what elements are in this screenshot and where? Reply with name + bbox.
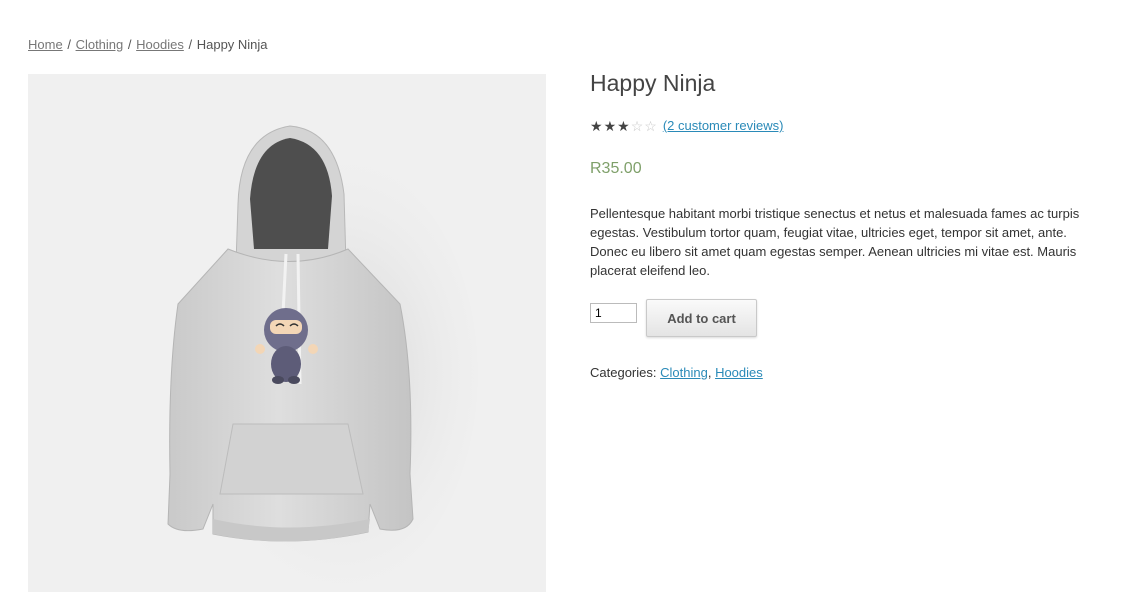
star-full-icon: ★ xyxy=(590,117,603,134)
breadcrumb-home[interactable]: Home xyxy=(28,37,63,52)
breadcrumb-separator: / xyxy=(127,37,132,52)
categories-label: Categories: xyxy=(590,365,657,380)
add-to-cart-button[interactable]: Add to cart xyxy=(646,299,757,337)
hoodie-image xyxy=(167,125,478,592)
category-link-hoodies[interactable]: Hoodies xyxy=(715,365,763,380)
reviews-link[interactable]: (2 customer reviews) xyxy=(663,118,784,133)
product-image[interactable] xyxy=(28,74,546,592)
product-summary: Happy Ninja ★ ★ ★ ☆ ☆ (2 customer review… xyxy=(590,68,1110,380)
breadcrumb-separator: / xyxy=(188,37,193,52)
add-to-cart-form: Add to cart xyxy=(590,299,757,337)
breadcrumb: Home / Clothing / Hoodies / Happy Ninja xyxy=(28,37,268,52)
product-description: Pellentesque habitant morbi tristique se… xyxy=(590,206,1080,278)
breadcrumb-separator: / xyxy=(67,37,71,52)
breadcrumb-current: Happy Ninja xyxy=(196,37,268,52)
star-empty-icon: ☆ xyxy=(630,117,644,134)
product-categories: Categories: Clothing, Hoodies xyxy=(590,365,763,380)
breadcrumb-hoodies[interactable]: Hoodies xyxy=(136,37,184,52)
product-price: R35.00 xyxy=(590,160,642,177)
rating: ★ ★ ★ ☆ ☆ (2 customer reviews) xyxy=(590,118,783,133)
product-title: Happy Ninja xyxy=(590,70,716,96)
star-empty-icon: ☆ xyxy=(644,117,657,134)
star-full-icon: ★ xyxy=(603,117,617,134)
star-rating: ★ ★ ★ ☆ ☆ xyxy=(590,119,657,133)
product-page: Home / Clothing / Hoodies / Happy Ninja xyxy=(0,0,1144,599)
star-full-icon: ★ xyxy=(617,117,630,134)
quantity-input[interactable] xyxy=(590,303,637,323)
breadcrumb-clothing[interactable]: Clothing xyxy=(76,37,124,52)
category-separator: , xyxy=(707,365,712,380)
category-link-clothing[interactable]: Clothing xyxy=(660,365,708,380)
